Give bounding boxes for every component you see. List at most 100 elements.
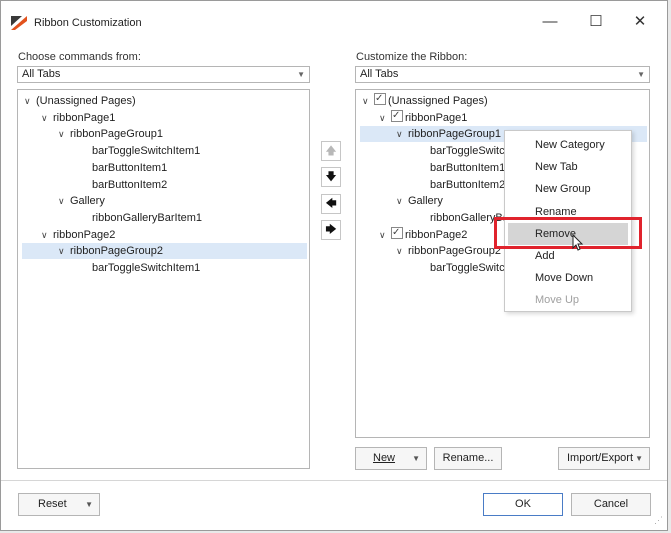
highlight-annotation-box [494, 217, 642, 249]
footer-divider [1, 480, 667, 481]
mouse-cursor-icon [572, 234, 584, 251]
chevron-down-icon[interactable]: ∨ [41, 227, 53, 243]
rename-button[interactable]: Rename... [434, 447, 502, 470]
tree-node[interactable]: ∨ (Unassigned Pages) [362, 91, 488, 109]
tree-node-label: ribbonPage1 [405, 111, 468, 124]
new-button[interactable]: New ▼ [355, 447, 427, 470]
chevron-down-icon[interactable]: ∨ [41, 110, 53, 126]
tree-node[interactable]: barToggleSwitchItem1 [92, 143, 200, 159]
import-export-button[interactable]: Import/Export ▼ [558, 447, 650, 470]
chevron-down-icon[interactable]: ∨ [58, 243, 70, 259]
choose-commands-combo-value: All Tabs [22, 68, 61, 80]
tree-node-label: ribbonPageGroup2 [408, 245, 501, 258]
tree-node[interactable]: barToggleSwitchI [430, 143, 514, 159]
ok-button[interactable]: OK [483, 493, 563, 516]
tree-node-label: ribbonPage2 [53, 228, 116, 241]
tree-node-label: barToggleSwitchI [430, 262, 514, 274]
checkbox-checked[interactable] [391, 108, 403, 124]
tree-node[interactable]: barToggleSwitchItem1 [92, 260, 200, 276]
tree-node-label: barButtonItem1 [92, 161, 168, 174]
context-menu-item[interactable]: New Tab [505, 156, 631, 178]
checkbox-checked[interactable] [391, 225, 403, 241]
tree-node[interactable]: ∨ Gallery [58, 193, 105, 209]
chevron-down-icon[interactable]: ∨ [58, 126, 70, 142]
tree-node-label: barToggleSwitchI [430, 145, 514, 158]
tree-node-label: barToggleSwitchItem1 [92, 262, 201, 274]
chevron-down-icon[interactable]: ∨ [58, 193, 70, 209]
title-bar: Ribbon Customization — ☐ ✕ [1, 1, 667, 41]
tree-node-label: ribbonPage2 [405, 228, 468, 241]
context-menu-item[interactable]: New Group [505, 178, 631, 200]
cancel-button-label: Cancel [593, 498, 629, 510]
tree-node-label: Gallery [408, 195, 443, 208]
close-button[interactable]: ✕ [625, 11, 655, 33]
maximize-button[interactable]: ☐ [581, 11, 611, 33]
chevron-down-icon: ▼ [297, 70, 305, 79]
reset-button-label: Reset [38, 498, 67, 510]
tree-node[interactable]: ∨ ribbonPage1 [379, 108, 468, 126]
tree-node-label: ribbonPageGroup1 [408, 128, 501, 141]
resize-grip-icon[interactable]: ⋰ [654, 515, 663, 526]
chevron-down-icon[interactable]: ∨ [396, 243, 408, 259]
customize-ribbon-combo[interactable]: All Tabs ▼ [355, 66, 650, 83]
tree-node-label: barToggleSwitchItem1 [92, 145, 201, 158]
rename-button-label: Rename... [442, 452, 494, 464]
chevron-down-icon[interactable]: ∨ [396, 126, 408, 142]
tree-node[interactable]: ∨ ribbonPageGroup2 [396, 243, 501, 259]
minimize-button[interactable]: — [535, 11, 565, 33]
ok-button-label: OK [515, 498, 531, 510]
cancel-button[interactable]: Cancel [571, 493, 651, 516]
tree-node[interactable]: barButtonItem1 [92, 160, 167, 176]
tree-node[interactable]: ∨(Unassigned Pages) [24, 93, 136, 109]
tree-node-label: barButtonItem1 [430, 161, 506, 174]
import-export-button-label: Import/Export [567, 452, 634, 464]
reset-button[interactable]: Reset ▼ [18, 493, 100, 516]
chevron-down-icon[interactable]: ∨ [362, 93, 374, 109]
chevron-down-icon[interactable]: ∨ [396, 193, 408, 209]
tree-node-label: barButtonItem2 [92, 178, 168, 191]
customize-ribbon-label: Customize the Ribbon: [356, 51, 468, 63]
tree-node-label: barButtonItem2 [430, 178, 506, 191]
app-logo-icon [11, 16, 27, 30]
tree-node[interactable]: barButtonItem2 [430, 177, 505, 193]
tree-node[interactable]: ∨ribbonPage2 [41, 227, 115, 243]
chevron-down-icon[interactable]: ∨ [379, 110, 391, 126]
choose-commands-label: Choose commands from: [18, 51, 141, 63]
context-menu-item[interactable]: Move Up [505, 289, 631, 311]
context-menu-item[interactable]: New Category [505, 134, 631, 156]
chevron-down-icon: ▼ [412, 454, 420, 463]
tree-node[interactable]: barToggleSwitchI [430, 260, 514, 276]
chevron-down-icon: ▼ [635, 454, 643, 463]
tree-node-label: ribbonPageGroup2 [70, 245, 163, 258]
tree-node[interactable]: ribbonGalleryBarItem1 [92, 210, 202, 226]
checkbox-checked[interactable] [374, 91, 386, 107]
choose-commands-combo[interactable]: All Tabs ▼ [17, 66, 310, 83]
new-button-label: New [373, 452, 396, 464]
tree-node[interactable]: ∨ Gallery [396, 193, 443, 209]
chevron-down-icon: ▼ [85, 500, 93, 509]
remove-arrow-button[interactable]: 🡄 [321, 194, 341, 214]
customize-ribbon-combo-value: All Tabs [360, 68, 399, 80]
move-up-arrow-button[interactable]: 🡅 [321, 141, 341, 161]
tree-node[interactable]: ∨ ribbonPageGroup2 [58, 243, 163, 259]
tree-node[interactable]: ∨ ribbonPageGroup1 [58, 126, 163, 142]
tree-node[interactable]: barButtonItem2 [92, 177, 167, 193]
context-menu-item[interactable]: Move Down [505, 267, 631, 289]
tree-node[interactable]: barButtonItem1 [430, 160, 505, 176]
tree-node[interactable]: ∨ ribbonPageGroup1 [396, 126, 501, 142]
move-down-arrow-button[interactable]: 🡇 [321, 167, 341, 187]
commands-tree[interactable]: ∨ (Unassigned Pages) ∨ ribbonPage1 ∨ ribbonPa… [17, 89, 310, 469]
tree-node[interactable]: ∨ ribbonPage2 [379, 225, 468, 243]
tree-node-label: Gallery [70, 195, 105, 208]
window-title: Ribbon Customization [34, 17, 142, 29]
add-arrow-button[interactable]: 🡆 [321, 220, 341, 240]
chevron-down-icon[interactable]: ∨ [24, 93, 36, 109]
tree-node-label: (Unassigned Pages) [36, 95, 136, 107]
tree-node-label: ribbonPage1 [53, 111, 116, 124]
tree-node-label: ribbonGalleryBarItem1 [92, 211, 203, 224]
tree-node[interactable]: ∨ribbonPage1 [41, 110, 115, 126]
tree-node-label: (Unassigned Pages) [388, 95, 488, 107]
chevron-down-icon[interactable]: ∨ [379, 227, 391, 243]
chevron-down-icon: ▼ [637, 70, 645, 79]
tree-node-label: ribbonPageGroup1 [70, 128, 163, 141]
